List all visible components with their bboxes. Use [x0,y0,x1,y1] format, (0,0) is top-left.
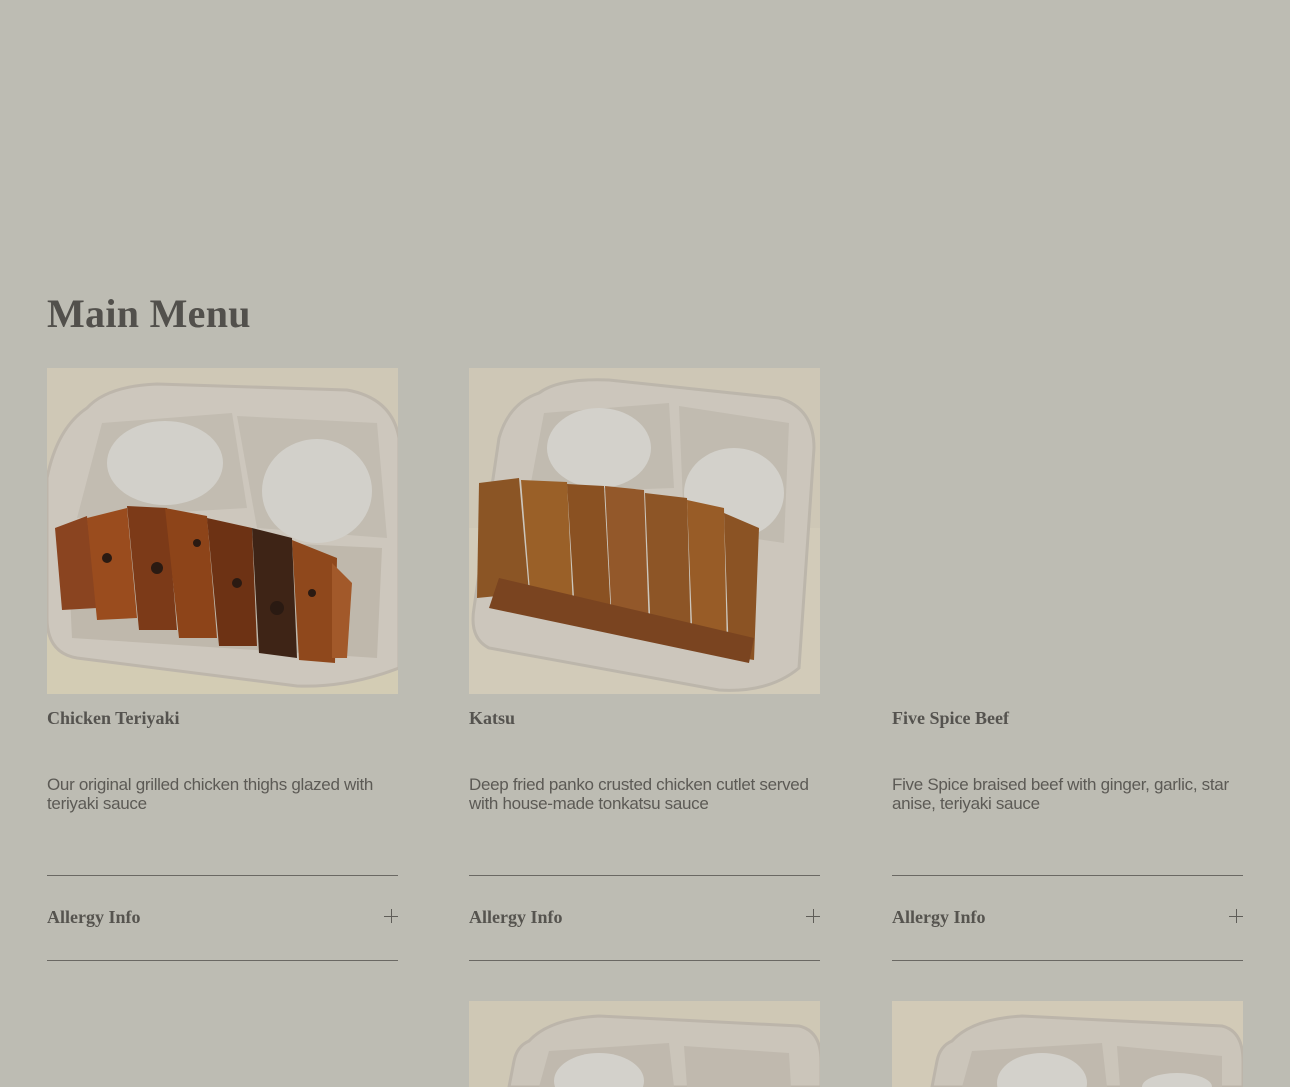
menu-item-image-partial[interactable] [892,1001,1243,1087]
chicken-teriyaki-image[interactable] [47,368,398,694]
menu-item-name: Five Spice Beef [892,708,1009,728]
allergy-info-label: Allergy Info [47,907,141,927]
allergy-info-toggle[interactable]: Allergy Info [47,876,398,960]
menu-item-name: Chicken Teriyaki [47,708,180,728]
divider [47,960,398,961]
allergy-info-toggle[interactable]: Allergy Info [892,876,1243,960]
menu-item-description: Deep fried panko crusted chicken cutlet … [469,775,809,813]
menu-item-chicken-teriyaki: Chicken Teriyaki Our original grilled ch… [47,368,398,968]
plus-icon[interactable] [1229,909,1243,923]
menu-item-description: Five Spice braised beef with ginger, gar… [892,775,1229,813]
menu-item-katsu: Katsu Deep fried panko crusted chicken c… [469,368,820,968]
allergy-info-label: Allergy Info [892,907,986,927]
allergy-info-toggle[interactable]: Allergy Info [469,876,820,960]
allergy-info-label: Allergy Info [469,907,563,927]
section-title: Main Menu [47,291,251,336]
plus-icon[interactable] [806,909,820,923]
menu-page: Main Menu Chicken Teriyaki Our original … [0,0,1290,1087]
divider [469,960,820,961]
katsu-image[interactable] [469,368,820,694]
menu-item-image-partial[interactable] [469,1001,820,1087]
plus-icon[interactable] [384,909,398,923]
divider [892,960,1243,961]
menu-item-description: Our original grilled chicken thighs glaz… [47,775,374,813]
menu-item-five-spice-beef: Five Spice Beef Five Spice braised beef … [892,368,1243,968]
menu-item-name: Katsu [469,708,516,728]
